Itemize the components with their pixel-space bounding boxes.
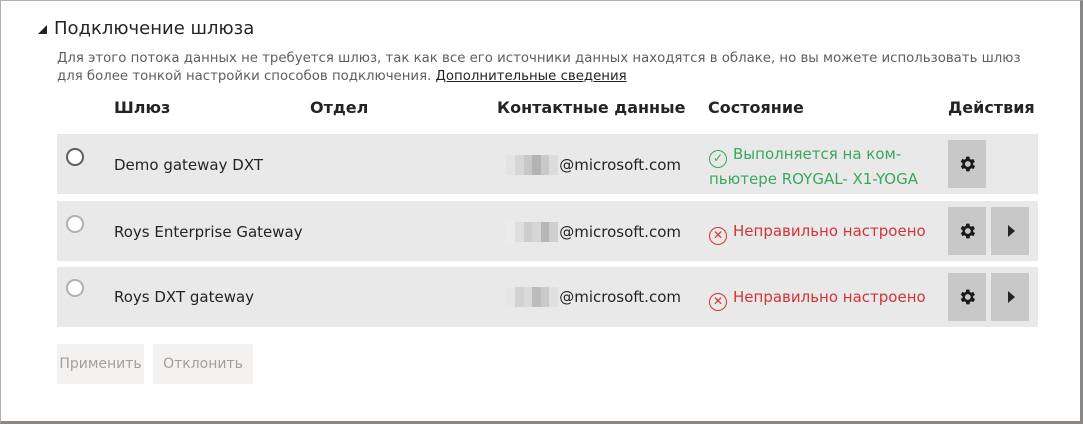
error-circle-icon: ✕ bbox=[709, 227, 727, 245]
settings-button[interactable] bbox=[948, 140, 986, 188]
gateway-contact: @microsoft.com bbox=[506, 287, 681, 307]
check-circle-icon: ✓ bbox=[709, 150, 727, 168]
section-header[interactable]: Подключение шлюза bbox=[38, 18, 254, 39]
gateway-status-misconfigured: ✕ Неправильно настроено bbox=[709, 220, 926, 245]
status-line-1: Неправильно настроено bbox=[733, 222, 926, 240]
column-header-actions: Действия bbox=[948, 98, 1035, 117]
chevron-right-icon bbox=[1008, 225, 1015, 237]
gateway-radio-button[interactable] bbox=[66, 279, 84, 297]
gear-icon bbox=[960, 289, 976, 305]
settings-button[interactable] bbox=[948, 207, 986, 255]
gateway-status-misconfigured: ✕ Неправильно настроено bbox=[709, 286, 926, 311]
gateway-status-running: ✓ Выполняется на ком- пьютере ROYGAL- X1-… bbox=[709, 143, 918, 190]
error-circle-icon: ✕ bbox=[709, 293, 727, 311]
gateway-row-roys-enterprise-gateway[interactable]: Roys Enterprise Gateway @microsoft.com ✕… bbox=[57, 201, 1038, 261]
status-line-1: Неправильно настроено bbox=[733, 288, 926, 306]
more-info-link[interactable]: Дополнительные сведения bbox=[436, 69, 627, 84]
expand-button[interactable] bbox=[991, 207, 1029, 255]
settings-button[interactable] bbox=[948, 273, 986, 321]
discard-button[interactable]: Отклонить bbox=[153, 344, 253, 384]
column-header-contact: Контактные данные bbox=[497, 98, 686, 117]
gateway-radio-button[interactable] bbox=[66, 148, 84, 166]
gateway-name: Roys DXT gateway bbox=[114, 288, 255, 306]
email-domain: @microsoft.com bbox=[559, 288, 681, 306]
status-line-2: пьютере ROYGAL- X1-YOGA bbox=[709, 170, 918, 188]
redacted-email-blur bbox=[506, 155, 559, 175]
collapse-triangle-icon[interactable] bbox=[38, 25, 47, 34]
email-domain: @microsoft.com bbox=[559, 223, 681, 241]
email-domain: @microsoft.com bbox=[559, 156, 681, 174]
column-header-status: Состояние bbox=[708, 98, 804, 117]
expand-button[interactable] bbox=[991, 273, 1029, 321]
gateway-row-demo-gateway-dxt[interactable]: Demo gateway DXT @microsoft.com ✓ Выполня… bbox=[57, 134, 1038, 194]
section-description: Для этого потока данных не требуется шлю… bbox=[57, 50, 1037, 86]
gateway-row-roys-dxt-gateway[interactable]: Roys DXT gateway @microsoft.com ✕ Неправи… bbox=[57, 267, 1038, 327]
gateway-name: Demo gateway DXT bbox=[114, 156, 263, 174]
column-header-gateway: Шлюз bbox=[114, 98, 171, 117]
redacted-email-blur bbox=[506, 287, 559, 307]
section-title: Подключение шлюза bbox=[54, 18, 255, 39]
gateway-contact: @microsoft.com bbox=[506, 155, 681, 175]
chevron-right-icon bbox=[1008, 291, 1015, 303]
gateway-contact: @microsoft.com bbox=[506, 222, 681, 242]
gear-icon bbox=[960, 223, 976, 239]
gateway-name: Roys Enterprise Gateway bbox=[114, 223, 303, 241]
gear-icon bbox=[960, 156, 976, 172]
redacted-email-blur bbox=[506, 222, 559, 242]
status-line-1: Выполняется на ком- bbox=[733, 145, 902, 163]
gateway-radio-button[interactable] bbox=[66, 215, 84, 233]
apply-button[interactable]: Применить bbox=[57, 344, 144, 384]
column-header-department: Отдел bbox=[310, 98, 369, 117]
